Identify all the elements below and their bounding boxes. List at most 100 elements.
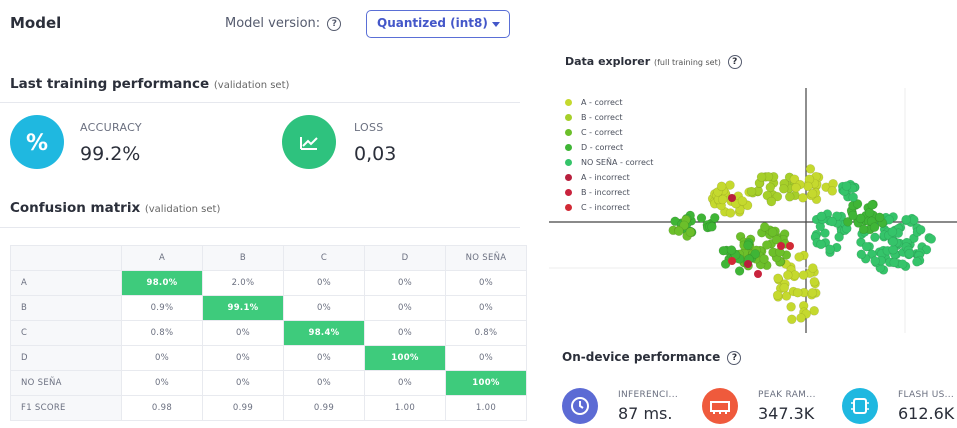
scatter-point — [889, 257, 900, 268]
scatter-point — [766, 196, 777, 207]
model-version-value: Quantized (int8) — [377, 16, 488, 30]
legend-dot — [565, 174, 572, 181]
loss-label: LOSS — [354, 121, 384, 134]
scatter-point — [759, 254, 769, 264]
divider — [0, 227, 520, 228]
scatter-point — [834, 232, 844, 242]
flash-usage-label: FLASH US... — [898, 390, 955, 400]
scatter-point — [805, 164, 816, 174]
scatter-point — [772, 290, 783, 300]
table-cell: 0% — [364, 320, 446, 346]
table-row: C 0.8% 0% 98.4% 0% 0.8% — [10, 320, 527, 346]
scatter-point — [734, 266, 745, 276]
scatter-point — [867, 200, 878, 210]
legend-item[interactable]: C - incorrect — [565, 200, 653, 215]
table-cell: 0% — [283, 370, 365, 396]
confusion-section-title: Confusion matrix (validation set) — [10, 200, 221, 216]
row-header: NO SEÑA — [10, 370, 122, 396]
loss-value: 0,03 — [354, 143, 397, 165]
data-explorer-subtitle: (full training set) — [653, 58, 721, 67]
legend-item[interactable]: B - incorrect — [565, 185, 653, 200]
chevron-down-icon — [492, 22, 500, 27]
table-cell: 0% — [364, 270, 446, 296]
scatter-point — [779, 282, 790, 293]
scatter-point — [725, 180, 735, 190]
column-header: B — [202, 245, 284, 271]
scatter-point — [904, 248, 915, 259]
legend-item[interactable]: A - correct — [565, 95, 653, 110]
scatter-point — [759, 222, 770, 232]
scatter-point-incorrect — [754, 270, 762, 278]
row-header: F1 SCORE — [10, 395, 122, 421]
help-icon[interactable]: ? — [727, 55, 742, 69]
legend-item[interactable]: NO SEÑA - correct — [565, 155, 653, 170]
legend-dot — [565, 114, 572, 121]
scatter-point — [791, 182, 801, 193]
scatter-point — [816, 211, 827, 222]
legend-dot — [565, 129, 572, 136]
scatter-point — [707, 222, 717, 232]
scatter-point — [796, 313, 806, 323]
table-cell: 0.8% — [445, 320, 527, 346]
scatter-point — [756, 172, 767, 182]
model-version-dropdown[interactable]: Quantized (int8) — [366, 10, 510, 38]
legend-item[interactable]: D - correct — [565, 140, 653, 155]
scatter-point — [861, 241, 872, 252]
table-row: B 0.9% 99.1% 0% 0% 0% — [10, 295, 527, 321]
on-device-title: On-device performance ? — [562, 350, 742, 365]
help-icon[interactable]: ? — [727, 350, 742, 365]
scatter-point — [787, 314, 797, 325]
table-row: A 98.0% 2.0% 0% 0% 0% — [10, 270, 527, 296]
table-cell: 0.8% — [121, 320, 203, 346]
legend-dot — [565, 189, 572, 196]
model-title: Model — [10, 14, 62, 32]
model-version-label: Model version: ? — [225, 16, 342, 31]
scatter-point — [710, 213, 720, 223]
scatter-point — [778, 184, 789, 194]
row-header: D — [10, 345, 122, 371]
table-cell: 98.0% — [121, 270, 203, 296]
scatter-point-incorrect — [777, 242, 785, 250]
scatter-point — [888, 236, 898, 247]
legend-item[interactable]: C - correct — [565, 125, 653, 140]
legend-item[interactable]: A - incorrect — [565, 170, 653, 185]
scatter-point — [901, 214, 912, 225]
table-cell: 99.1% — [202, 295, 284, 321]
accuracy-label: ACCURACY — [80, 121, 142, 134]
clock-icon — [562, 388, 598, 424]
scatter-point — [848, 210, 858, 221]
scatter-point — [869, 222, 880, 232]
model-version-text: Model version: — [225, 16, 321, 31]
percent-icon: % — [10, 115, 64, 169]
table-cell: 2.0% — [202, 270, 284, 296]
scatter-point — [874, 212, 885, 223]
scatter-point — [807, 263, 818, 273]
scatter-point — [897, 259, 908, 269]
row-header: A — [10, 270, 122, 296]
scatter-point — [794, 252, 804, 262]
table-cell: 98.4% — [283, 320, 365, 346]
scatter-point — [856, 249, 867, 260]
inference-time-label: INFERENCI... — [618, 390, 679, 400]
scatter-point-incorrect — [728, 257, 736, 265]
f1-score-row: F1 SCORE 0.98 0.99 0.99 1.00 1.00 — [10, 395, 527, 421]
legend-item[interactable]: B - correct — [565, 110, 653, 125]
training-section-subtitle: (validation set) — [213, 80, 290, 91]
scatter-point — [841, 181, 852, 191]
scatter-point — [737, 196, 748, 206]
scatter-point — [798, 193, 808, 203]
data-explorer-title: Data explorer (full training set) ? — [565, 55, 742, 69]
table-cell: 0% — [445, 295, 527, 321]
scatter-point-incorrect — [728, 194, 736, 202]
scatter-point — [743, 240, 753, 251]
table-cell: 1.00 — [445, 395, 527, 421]
help-icon[interactable]: ? — [327, 16, 342, 31]
scatter-legend: A - correct B - correct C - correct D - … — [565, 95, 653, 215]
trend-chart-icon — [282, 115, 336, 169]
scatter-point — [718, 245, 729, 256]
legend-dot — [565, 99, 572, 106]
confusion-matrix-table: A B C D NO SEÑA A 98.0% 2.0% 0% 0% 0% B … — [10, 245, 527, 421]
scatter-point — [809, 276, 820, 287]
scatter-point — [784, 192, 795, 202]
scatter-point — [786, 302, 796, 312]
